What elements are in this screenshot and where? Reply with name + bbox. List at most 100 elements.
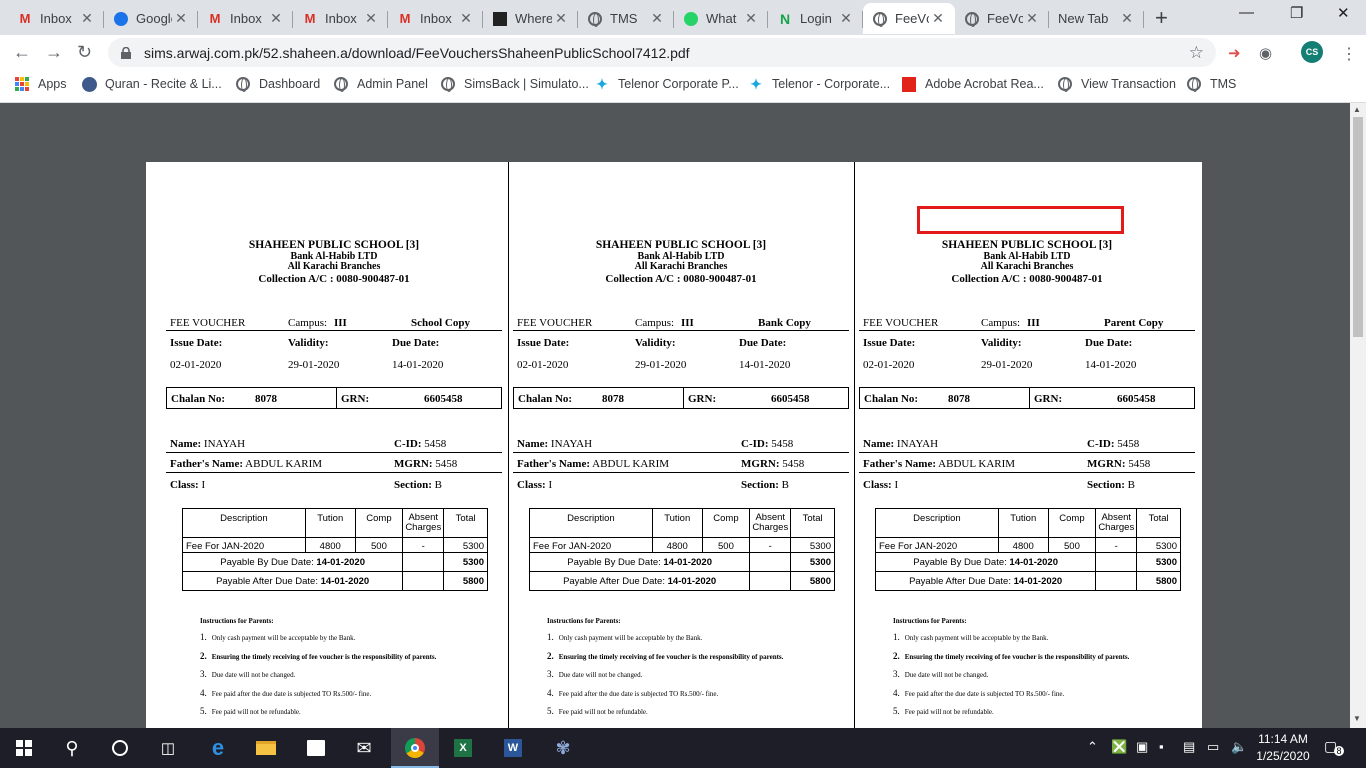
search-icon[interactable]: ⚲ <box>48 728 96 768</box>
tab-1[interactable]: Google✕ <box>104 3 198 34</box>
bookmark-item[interactable]: Dashboard <box>235 76 320 92</box>
notifications-icon[interactable]: ▢ 8 <box>1324 738 1344 758</box>
battery-icon[interactable]: ▭ <box>1207 739 1219 755</box>
fee-table-cell: 4800 <box>651 537 703 553</box>
volume-icon[interactable]: 🔈 <box>1231 739 1247 755</box>
minimize-icon[interactable]: — <box>1239 4 1254 21</box>
close-icon[interactable]: ✕ <box>648 10 666 27</box>
new-tab-plus-icon[interactable]: + <box>1155 5 1168 31</box>
bookmark-label: Dashboard <box>259 77 321 91</box>
close-icon[interactable]: ✕ <box>78 10 96 27</box>
back-icon[interactable]: ← <box>13 42 31 63</box>
tab-4[interactable]: M Inbox ✕ <box>388 3 483 34</box>
section: Section: B <box>394 479 442 491</box>
windows-start-icon[interactable] <box>0 728 48 768</box>
close-icon[interactable]: ✕ <box>267 10 285 27</box>
payable-after-label: Payable After Due Date: <box>909 575 1011 587</box>
close-icon[interactable]: ✕ <box>929 10 947 27</box>
tab-10[interactable]: FeeVc ✕ <box>955 3 1049 34</box>
student-name-value: INAYAH <box>203 438 246 450</box>
tab-6[interactable]: TMS ✕ <box>578 3 674 34</box>
tab-0[interactable]: M Inbox ✕ <box>8 3 104 34</box>
mail-icon[interactable]: ✉ <box>340 728 388 768</box>
fee-table-cell: 500 <box>1047 537 1097 553</box>
cid: C-ID: 5458 <box>394 438 446 450</box>
bookmark-item[interactable]: SimsBack | Simulato... <box>440 76 589 92</box>
forward-icon[interactable]: → <box>45 42 63 63</box>
tab-5[interactable]: Where ✕ <box>483 3 578 34</box>
device-icon[interactable]: ▣ <box>1136 739 1148 755</box>
tab-8[interactable]: N Login ✕ <box>768 3 863 34</box>
dolphin-app-icon[interactable]: ✾ <box>539 728 587 768</box>
bookmark-item[interactable]: ✦ Telenor - Corporate... <box>748 76 890 92</box>
fee-table-header-cell: Tution <box>304 508 356 538</box>
due-label: Due Date: <box>739 337 787 349</box>
close-icon[interactable]: ✕ <box>837 10 855 27</box>
profile-avatar[interactable]: CS <box>1301 41 1323 63</box>
restore-icon[interactable]: ❐ <box>1290 4 1303 22</box>
issue-label: Issue Date: <box>170 337 223 349</box>
close-icon[interactable]: ✕ <box>1023 10 1041 27</box>
bookmark-item[interactable]: TMS <box>1186 76 1236 92</box>
globe-icon <box>964 11 980 27</box>
network-off-icon[interactable]: ❎ <box>1111 739 1127 755</box>
instruction-item: 4. Fee paid after the due date is subject… <box>200 687 372 698</box>
tab-7[interactable]: What ✕ <box>674 3 768 34</box>
fee-table-cell: 5300 <box>443 537 488 553</box>
task-view-icon[interactable]: ◫ <box>144 728 192 768</box>
cid-label: C-ID: <box>741 438 769 450</box>
mgrn: MGRN: 5458 <box>741 458 804 470</box>
bookmark-item[interactable]: Admin Panel <box>333 76 428 92</box>
word-icon[interactable]: W <box>489 728 537 768</box>
display-icon[interactable]: ▪ <box>1159 739 1164 754</box>
reload-icon[interactable]: ↻ <box>77 42 92 63</box>
tab-9[interactable]: FeeVc ✕ <box>863 3 955 34</box>
payable-after-amount: 5800 <box>790 571 835 591</box>
chalan-box: Chalan No: 8078 GRN: 6605458 <box>166 387 502 409</box>
payable-after-label: Payable After Due Date: <box>216 575 318 587</box>
divider <box>166 472 502 473</box>
bookmark-item[interactable]: Apps <box>14 76 67 92</box>
address-bar[interactable]: sims.arwaj.com.pk/52.shaheen.a/download/… <box>108 38 1216 67</box>
excel-icon[interactable]: X <box>439 728 487 768</box>
cortana-icon[interactable] <box>96 728 144 768</box>
bookmark-item[interactable]: Quran - Recite & Li... <box>81 76 222 92</box>
chrome-icon[interactable] <box>391 728 439 768</box>
instructions-title: Instructions for Parents: <box>893 617 967 625</box>
scroll-down-icon[interactable]: ▼ <box>1353 714 1361 723</box>
close-icon[interactable]: ✕ <box>742 10 760 27</box>
file-explorer-icon[interactable] <box>242 728 290 768</box>
payable-after-row: Payable After Due Date: 14-01-2020 5800 <box>874 571 1181 591</box>
cid: C-ID: 5458 <box>741 438 793 450</box>
vertical-scrollbar[interactable]: ▲ ▼ <box>1350 103 1366 728</box>
tab-2[interactable]: M Inbox ✕ <box>198 3 293 34</box>
divider <box>859 330 1195 331</box>
divider <box>166 452 502 453</box>
system-clock[interactable]: 11:14 AM 1/25/2020 <box>1256 731 1310 765</box>
close-icon[interactable]: ✕ <box>552 10 570 27</box>
grn-label: GRN: <box>341 393 370 405</box>
close-icon[interactable]: ✕ <box>362 10 380 27</box>
scroll-up-icon[interactable]: ▲ <box>1353 105 1361 114</box>
wifi-icon[interactable]: ▤ <box>1183 739 1195 755</box>
bookmark-item[interactable]: Adobe Acrobat Rea... <box>901 76 1044 92</box>
edge-icon[interactable]: e <box>194 728 242 768</box>
tab-label: Inbox <box>325 11 357 26</box>
payable-by-label-cell: Payable By Due Date: 14-01-2020 <box>874 552 1097 572</box>
issue-label: Issue Date: <box>517 337 570 349</box>
tab-3[interactable]: M Inbox ✕ <box>293 3 388 34</box>
tab-11[interactable]: New Tab ✕ <box>1049 3 1144 34</box>
close-icon[interactable]: ✕ <box>457 10 475 27</box>
bookmark-item[interactable]: ✦ Telenor Corporate P... <box>594 76 739 92</box>
show-hidden-icons-icon[interactable]: ⌃ <box>1087 739 1098 755</box>
bookmark-item[interactable]: View Transaction <box>1057 76 1176 92</box>
close-window-icon[interactable]: ✕ <box>1337 4 1350 22</box>
extension-arrow-icon[interactable]: ➜ <box>1228 44 1241 62</box>
close-icon[interactable]: ✕ <box>172 10 190 27</box>
camera-icon[interactable]: ◉ <box>1259 44 1272 62</box>
store-icon[interactable] <box>292 728 340 768</box>
menu-kebab-icon[interactable]: ⋮ <box>1341 44 1357 64</box>
close-icon[interactable]: ✕ <box>1118 10 1136 27</box>
scrollbar-thumb[interactable] <box>1353 117 1363 337</box>
bookmark-star-icon[interactable]: ☆ <box>1189 43 1204 63</box>
